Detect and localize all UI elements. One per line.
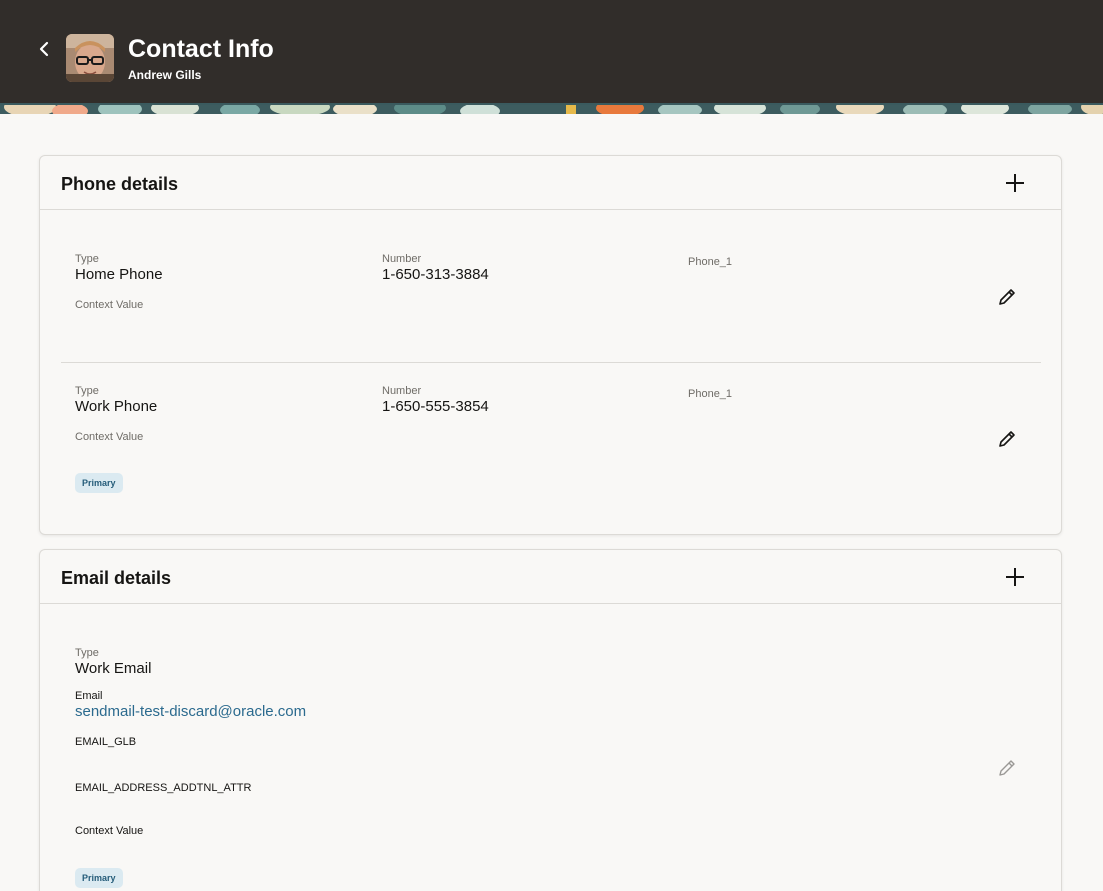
- edit-phone-button[interactable]: [995, 285, 1019, 309]
- phone-details-title: Phone details: [61, 174, 179, 194]
- page-subtitle: Andrew Gills: [128, 68, 202, 82]
- phone-divider: [61, 362, 1041, 363]
- phone-type-value: Work Phone: [75, 398, 158, 415]
- edit-email-button[interactable]: [995, 756, 1019, 780]
- email-label: Email: [75, 690, 103, 702]
- phone-type-label: Type: [75, 385, 99, 397]
- back-button[interactable]: [32, 37, 56, 61]
- decorative-banner: [0, 103, 1103, 114]
- edit-phone-button[interactable]: [995, 427, 1019, 451]
- primary-badge: Primary: [75, 473, 123, 493]
- page-title: Contact Info: [128, 35, 274, 63]
- email-addtnl-attr-label: EMAIL_ADDRESS_ADDTNL_ATTR: [75, 782, 252, 794]
- phone-type-label: Type: [75, 253, 99, 265]
- phone-extra-label: Phone_1: [688, 256, 733, 268]
- email-details-card: Email details Type Work Email Email send…: [39, 549, 1062, 891]
- pencil-icon: [999, 289, 1015, 305]
- phone-type-value: Home Phone: [75, 266, 163, 283]
- add-phone-button[interactable]: [1003, 171, 1027, 195]
- email-details-header: Email details: [40, 550, 1061, 604]
- avatar: [66, 34, 114, 82]
- primary-badge: Primary: [75, 868, 123, 888]
- email-context-label: Context Value: [75, 825, 144, 837]
- email-link[interactable]: sendmail-test-discard@oracle.com: [75, 703, 306, 721]
- phone-details-card: Phone details Type Home Phone Number 1-6…: [39, 155, 1062, 535]
- email-glb-label: EMAIL_GLB: [75, 736, 137, 748]
- phone-number-label: Number: [382, 385, 422, 397]
- add-email-button[interactable]: [1003, 565, 1027, 589]
- phone-context-label: Context Value: [75, 431, 144, 443]
- phone-number-label: Number: [382, 253, 422, 265]
- phone-extra-label: Phone_1: [688, 388, 733, 400]
- plus-icon: [1006, 568, 1024, 586]
- phone-details-header: Phone details: [40, 156, 1061, 210]
- plus-icon: [1006, 174, 1024, 192]
- chevron-left-icon: [39, 41, 49, 57]
- phone-number-value: 1-650-313-3884: [382, 266, 489, 283]
- phone-context-label: Context Value: [75, 299, 144, 311]
- email-type-value: Work Email: [75, 660, 152, 677]
- email-details-title: Email details: [61, 568, 172, 588]
- phone-number-value: 1-650-555-3854: [382, 398, 489, 415]
- page-header: Contact Info Andrew Gills: [0, 0, 1103, 103]
- pencil-icon: [999, 760, 1015, 776]
- pencil-icon: [999, 431, 1015, 447]
- email-type-label: Type: [75, 647, 99, 659]
